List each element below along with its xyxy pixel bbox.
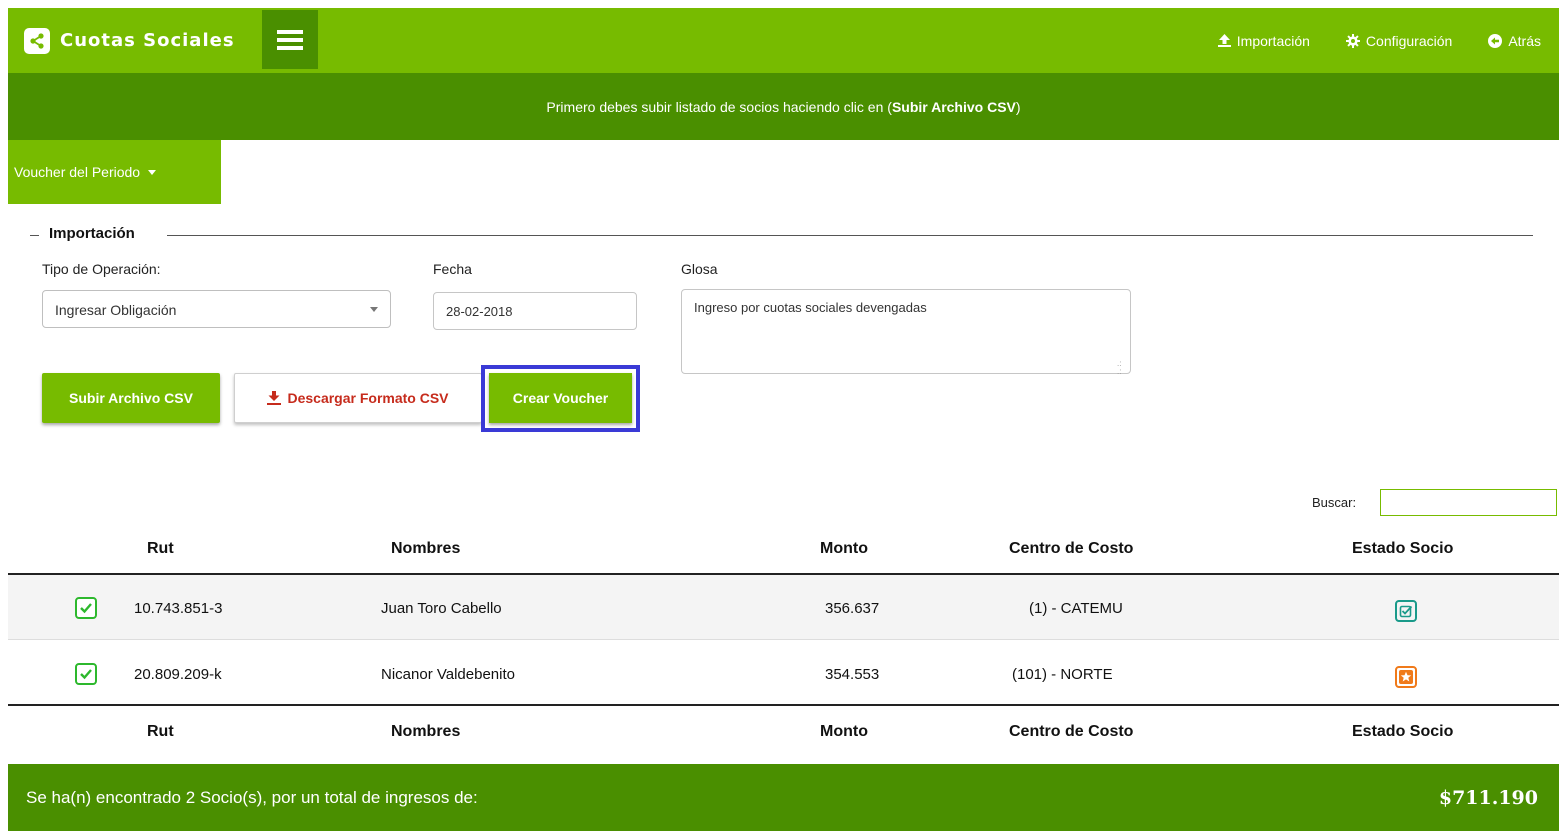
cell-centro: (1) - CATEMU: [1029, 600, 1123, 617]
operation-type-value: Ingresar Obligación: [55, 302, 177, 318]
menu-toggle-button[interactable]: [262, 10, 318, 69]
nav-config-label: Configuración: [1365, 32, 1453, 49]
th-monto[interactable]: Monto: [820, 540, 868, 558]
back-arrow-circle-icon: [1488, 33, 1503, 48]
tf-centro-costo: Centro de Costo: [1009, 723, 1134, 740]
upload-csv-button[interactable]: Subir Archivo CSV: [42, 373, 220, 423]
legend-divider-left: [30, 235, 39, 236]
glosa-textarea[interactable]: Ingreso por cuotas sociales devengadas: [681, 289, 1131, 374]
operation-type-label: Tipo de Operación:: [42, 261, 161, 277]
date-label: Fecha: [433, 261, 472, 277]
legend-divider-right: [167, 235, 1533, 236]
nav-back-label: Atrás: [1508, 32, 1541, 49]
glosa-label: Glosa: [681, 261, 718, 277]
operation-type-select[interactable]: Ingresar Obligación: [42, 290, 391, 328]
star-icon: [1395, 666, 1417, 688]
app-title: Cuotas Sociales: [60, 30, 235, 51]
top-navbar: Cuotas Sociales Importación Configuració…: [8, 8, 1559, 73]
import-fieldset: Importación: [30, 225, 1533, 243]
notice-end-text: ): [1015, 98, 1021, 115]
tf-monto: Monto: [820, 723, 868, 740]
nav-config-link[interactable]: Configuración: [1345, 32, 1453, 49]
download-icon: [267, 391, 282, 405]
tf-rut: Rut: [147, 723, 174, 740]
download-csv-format-label: Descargar Formato CSV: [287, 390, 449, 406]
hamburger-icon: [277, 29, 303, 50]
check-square-icon: [1395, 600, 1417, 622]
caret-down-icon: [148, 169, 157, 175]
cell-monto: 354.553: [825, 666, 880, 683]
notice-bold-text: Subir Archivo CSV: [891, 98, 1016, 115]
th-estado-socio[interactable]: Estado Socio: [1352, 540, 1453, 558]
summary-text: Se ha(n) encontrado 2 Socio(s), por un t…: [26, 787, 478, 807]
table-footer-divider: [8, 704, 1559, 706]
checkmark-icon: [80, 603, 92, 614]
share-icon: [24, 27, 50, 54]
upload-csv-label: Subir Archivo CSV: [69, 390, 193, 406]
th-rut[interactable]: Rut: [147, 540, 174, 558]
tf-nombres: Nombres: [391, 723, 461, 740]
summary-total: $711.190: [1438, 786, 1538, 809]
search-input[interactable]: [1380, 489, 1557, 516]
nav-links: Importación Configuración Atrás: [1200, 8, 1559, 73]
cell-nombre: Juan Toro Cabello: [381, 600, 502, 617]
cell-centro: (101) - NORTE: [1012, 666, 1113, 683]
table-row[interactable]: [8, 575, 1559, 640]
date-input[interactable]: [433, 292, 637, 330]
resize-grip-icon[interactable]: .:.:: [1117, 360, 1121, 376]
cell-rut: 10.743.851-3: [134, 600, 223, 617]
nav-import-label: Importación: [1236, 32, 1310, 49]
select-caret-icon: [370, 307, 378, 312]
period-voucher-dropdown[interactable]: Voucher del Periodo: [8, 140, 221, 204]
download-csv-format-button[interactable]: Descargar Formato CSV: [234, 373, 482, 423]
cell-nombre: Nicanor Valdebenito: [381, 666, 515, 683]
upload-icon: [1217, 34, 1231, 47]
create-voucher-label: Crear Voucher: [512, 390, 609, 406]
brand[interactable]: Cuotas Sociales: [24, 8, 235, 73]
th-centro-costo[interactable]: Centro de Costo: [1009, 540, 1133, 558]
import-legend: Importación: [49, 225, 135, 242]
cell-rut: 20.809.209-k: [134, 666, 222, 683]
cell-monto: 356.637: [825, 600, 880, 617]
th-nombres[interactable]: Nombres: [391, 540, 460, 558]
notice-text: Primero debes subir listado de socios ha…: [546, 98, 892, 115]
tf-estado-socio: Estado Socio: [1352, 723, 1454, 740]
summary-footer: Se ha(n) encontrado 2 Socio(s), por un t…: [8, 764, 1559, 831]
row-checkbox[interactable]: [75, 663, 97, 685]
table-row[interactable]: [8, 641, 1559, 705]
period-voucher-label: Voucher del Periodo: [14, 164, 141, 180]
row-checkbox[interactable]: [75, 597, 97, 619]
checkmark-icon: [80, 669, 92, 680]
create-voucher-button[interactable]: Crear Voucher: [489, 373, 632, 423]
gear-icon: [1345, 33, 1360, 48]
search-label: Buscar:: [1312, 495, 1357, 510]
nav-back-link[interactable]: Atrás: [1488, 33, 1541, 49]
upload-notice: Primero debes subir listado de socios ha…: [8, 73, 1559, 140]
nav-import-link[interactable]: Importación: [1217, 32, 1310, 49]
